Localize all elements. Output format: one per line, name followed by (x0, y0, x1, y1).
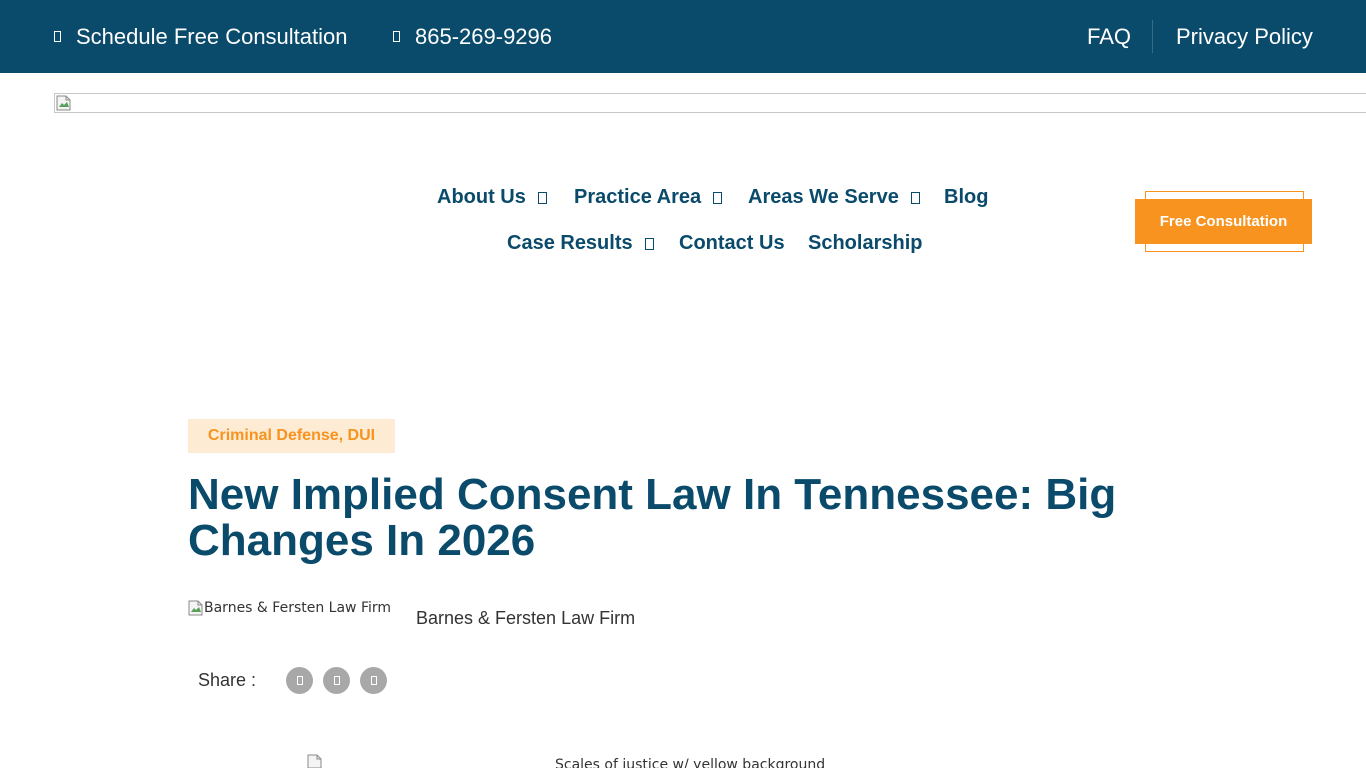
faq-link[interactable]: FAQ (1087, 0, 1131, 73)
nav-item-practice-area[interactable]: Practice Area (574, 186, 723, 209)
nav-item-contact-us[interactable]: Contact Us (679, 232, 785, 255)
phone-icon (393, 31, 400, 42)
phone-number: 865-269-9296 (415, 23, 553, 49)
nav-item-label: Practice Area (574, 186, 702, 208)
broken-image-icon (307, 754, 322, 768)
chevron-down-icon (537, 191, 547, 204)
chevron-down-icon (644, 237, 654, 250)
share-facebook-button[interactable] (286, 667, 313, 694)
share-label: Share : (198, 670, 257, 690)
share-twitter-button[interactable] (323, 667, 350, 694)
calendar-icon (54, 31, 61, 42)
schedule-consultation-label: Schedule Free Consultation (76, 23, 348, 49)
site-logo[interactable] (54, 93, 1366, 113)
nav-item-case-results[interactable]: Case Results (507, 232, 654, 255)
nav-item-blog[interactable]: Blog (944, 186, 988, 209)
facebook-icon (296, 676, 303, 685)
nav-item-label: Case Results (507, 232, 633, 254)
category-badge[interactable]: Criminal Defense, DUI (188, 419, 395, 453)
nav-item-areas-we-serve[interactable]: Areas We Serve (748, 186, 920, 209)
nav-item-about-us[interactable]: About Us (437, 186, 547, 209)
linkedin-icon (370, 676, 377, 685)
top-bar: Schedule Free Consultation 865-269-9296 … (0, 0, 1366, 73)
phone-link[interactable]: 865-269-9296 (393, 0, 552, 73)
broken-image-icon (188, 600, 203, 616)
author-avatar: Barnes & Fersten Law Firm (188, 600, 391, 616)
nav-item-label: About Us (437, 186, 526, 208)
chevron-down-icon (910, 191, 920, 204)
nav-item-label: Areas We Serve (748, 186, 899, 208)
author-name[interactable]: Barnes & Fersten Law Firm (416, 608, 635, 629)
nav-item-label: Blog (944, 186, 989, 208)
author-avatar-alt: Barnes & Fersten Law Firm (204, 600, 392, 616)
nav-item-label: Contact Us (679, 232, 785, 254)
chevron-down-icon (713, 191, 723, 204)
article-title: New Implied Consent Law In Tennessee: Bi… (188, 470, 1117, 565)
broken-image-icon (56, 95, 71, 111)
nav-item-label: Scholarship (808, 232, 923, 254)
share-linkedin-button[interactable] (360, 667, 387, 694)
twitter-icon (333, 676, 340, 685)
nav-item-scholarship[interactable]: Scholarship (808, 232, 922, 255)
featured-image-alt: Scales of justice w/ yellow background (555, 757, 826, 768)
privacy-policy-link[interactable]: Privacy Policy (1176, 0, 1313, 73)
free-consultation-button[interactable]: Free Consultation (1135, 199, 1312, 244)
schedule-consultation-link[interactable]: Schedule Free Consultation (54, 0, 348, 73)
topbar-divider (1152, 20, 1153, 53)
